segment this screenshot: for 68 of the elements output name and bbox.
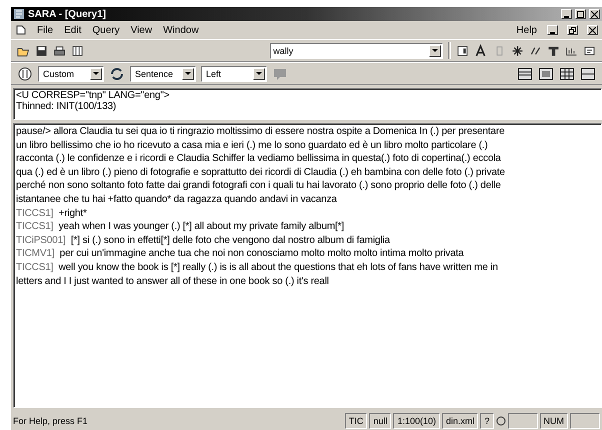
speaker-code: TICCS1] — [16, 208, 54, 219]
layout-icon[interactable] — [517, 66, 533, 82]
transcript-line: pause/> allora Claudia tu sei qua io ti ringrazio moltissimo di essere nostra ospite a Domenica In (.) per presentare — [16, 126, 505, 137]
header-line: <U CORRESP="tnp" LANG="eng"> — [16, 90, 170, 101]
search-field[interactable]: wally — [273, 46, 429, 56]
grid-icon[interactable] — [538, 66, 554, 82]
caret-icon — [185, 72, 191, 76]
menu-item[interactable]: Window — [162, 24, 200, 36]
display-dropdown[interactable]: Custom — [38, 66, 104, 82]
speaker-code: TICCS1] — [16, 262, 54, 273]
status-message: For Help, press F1 — [13, 416, 89, 426]
transcript-line: per cui un'immagine anche tua che noi non conosciamo molto molto molto intima molto privata — [60, 248, 464, 260]
transcript-line: un libro bellissimo che io ho ricevuto a casa mia e ieri (.) me lo sono guardato ed è un libro molto particolare (.) — [16, 140, 488, 151]
unit-dropdown[interactable]: Sentence — [130, 66, 196, 82]
status-pane: ? — [480, 413, 494, 429]
menu-item[interactable]: View — [130, 24, 154, 36]
minimize-button[interactable] — [561, 9, 572, 19]
transcript-line: [*] si (.) sono in effetti[*] delle foto che vengono dal nostro album di famiglia — [70, 234, 390, 246]
transcript-line: istantanee che tu hai +fatto quando* da ragazza quando andavi in vacanza — [16, 194, 337, 205]
status-pane — [570, 413, 600, 429]
caret-icon — [93, 72, 99, 76]
minimize-button[interactable] — [547, 25, 558, 35]
app-icon — [13, 8, 25, 20]
close-button[interactable] — [589, 9, 600, 19]
speaker-code: TICMV1] — [16, 248, 54, 260]
table-icon[interactable] — [559, 66, 575, 82]
menu-item[interactable]: Query — [91, 24, 121, 36]
transcript-line: racconta (.) le confidenze e i ricordi e Claudia Schiffer la vediamo bellissima in questa(.) foto di copertina(.) eccola — [16, 153, 501, 164]
document-icon — [15, 24, 27, 36]
dropdown-button[interactable] — [90, 68, 102, 80]
columns-icon[interactable] — [17, 66, 33, 82]
menu-item[interactable]: Help — [515, 24, 538, 36]
refresh-icon[interactable] — [109, 66, 125, 82]
alignment-dropdown[interactable]: Left — [201, 66, 267, 82]
window-title: SARA - [Query1] — [28, 8, 107, 20]
transcript-line: +right* — [58, 208, 87, 219]
status-pane: TIC — [344, 413, 368, 429]
maximize-button[interactable] — [575, 9, 586, 19]
speaker-code: TICiPS001] — [16, 234, 66, 246]
menu-item[interactable]: File — [36, 24, 54, 36]
close-icon — [589, 26, 596, 34]
dropdown-button[interactable] — [182, 68, 194, 80]
transcript-line: letters and I I just wanted to answer all of these in one book so (.) it's reall — [16, 276, 329, 287]
circle-icon — [496, 416, 506, 426]
header-line: Thinned: INIT(100/133) — [16, 101, 118, 112]
status-pane: NUM — [540, 413, 568, 429]
maximize-icon — [577, 10, 584, 18]
caret-icon — [432, 48, 438, 52]
dropdown-button[interactable] — [253, 68, 265, 80]
restore-button[interactable] — [567, 25, 578, 35]
transcript-line: well you know the book is [*] really (.) is is all about the questions that eh lots of fans have written me in — [58, 262, 498, 273]
speaker-code: TICCS1] — [16, 221, 54, 232]
font-icon[interactable] — [474, 42, 488, 58]
menu-item[interactable]: Edit — [63, 24, 82, 36]
search-combo-box[interactable]: wally — [270, 42, 443, 58]
transcript-line: yeah when I was younger (.) [*] all about my private family album[*] — [58, 221, 344, 232]
close-icon — [591, 10, 598, 18]
status-pane: null — [369, 413, 392, 429]
status-pane: din.xml — [442, 413, 478, 429]
transcript-line: qua (.) ed è un libro (.) pieno di fotografie e soprattutto dei ricordi di Claudia (.) eh bambina con delle foto (.) private — [16, 166, 505, 178]
dropdown-button[interactable] — [428, 44, 441, 56]
split-icon[interactable] — [580, 66, 596, 82]
restore-icon — [569, 26, 576, 34]
caret-icon — [256, 72, 262, 76]
status-pane: 1:100(10) — [393, 413, 440, 429]
close-button[interactable] — [587, 25, 598, 35]
transcript-line: perché non sono soltanto foto fatte dai grandi fotografi con i quali tu hai lavorato (.) sono proprio delle foto (.) delle — [16, 180, 501, 192]
status-pane — [508, 413, 538, 429]
